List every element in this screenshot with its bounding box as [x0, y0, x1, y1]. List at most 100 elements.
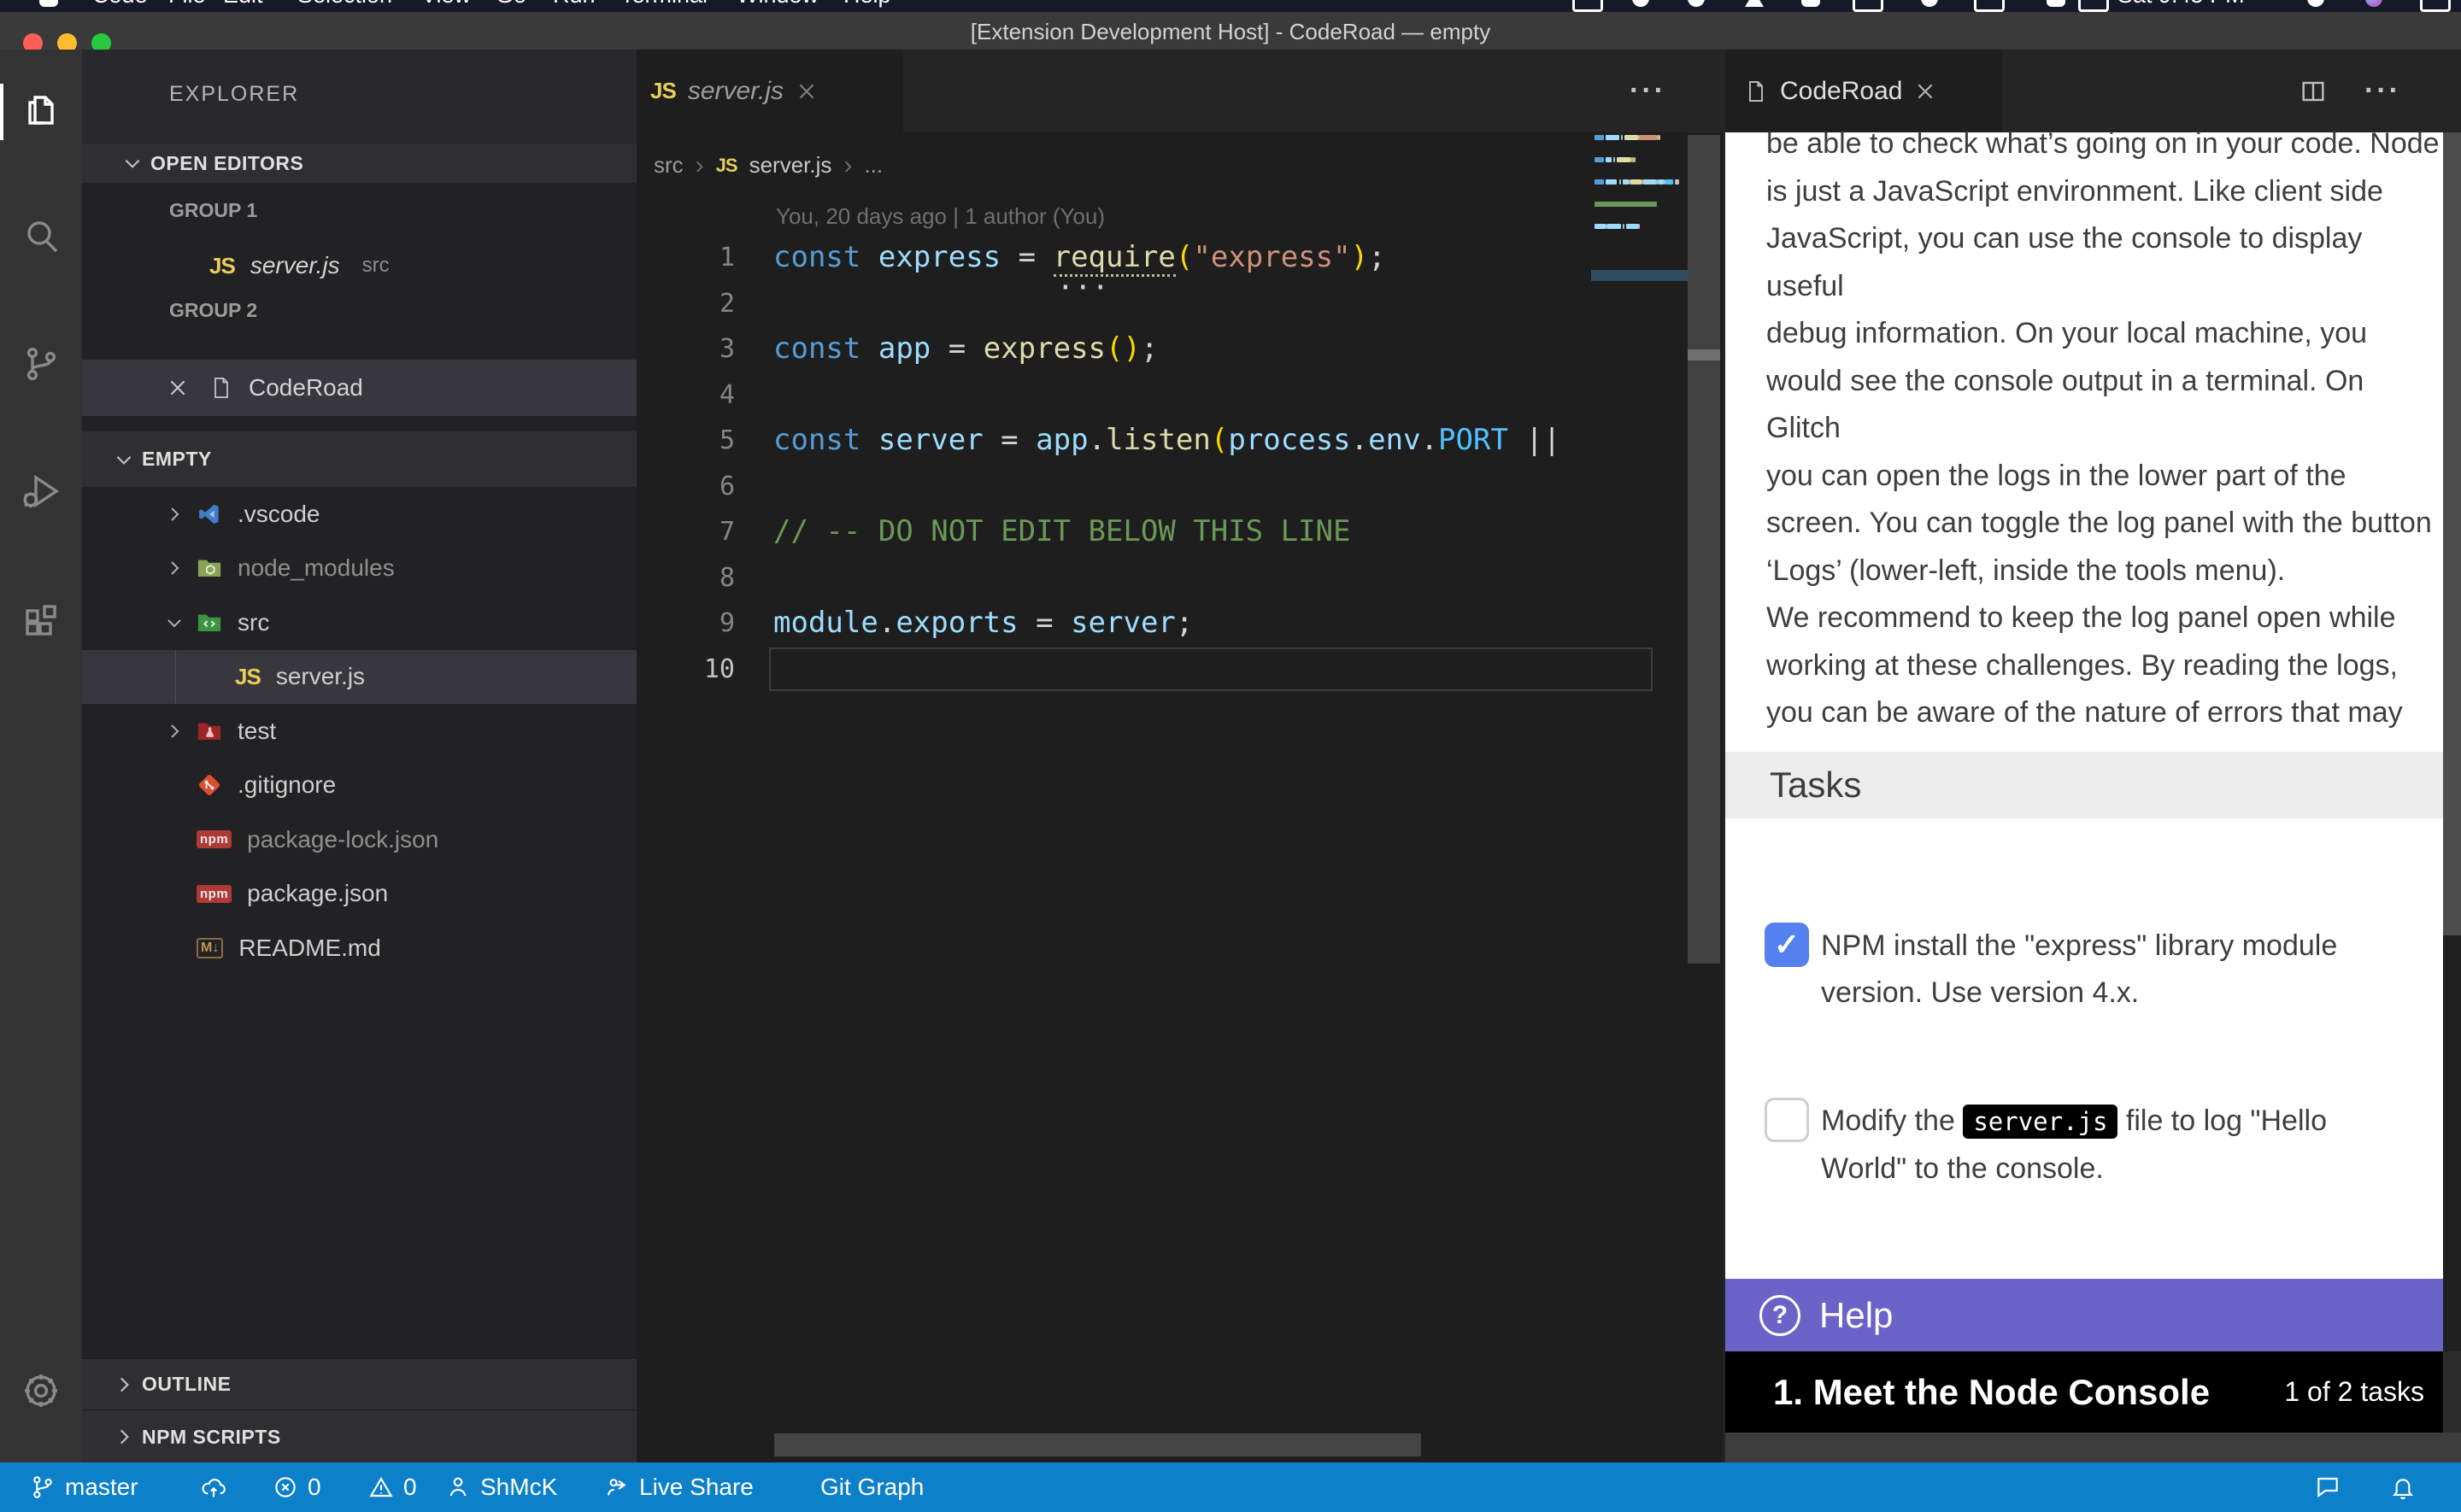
more-actions-icon[interactable]: ··· — [1630, 74, 1666, 108]
spotlight-icon[interactable] — [2307, 0, 2324, 7]
split-editor-icon[interactable] — [2299, 78, 2327, 105]
window-titlebar[interactable]: [Extension Development Host] - CodeRoad … — [0, 12, 2461, 50]
menubar-status-icon[interactable] — [1632, 0, 1649, 7]
menu-item-help[interactable]: Help — [843, 0, 891, 12]
menubar-status-icon[interactable] — [1921, 0, 1938, 7]
tree-item--vscode[interactable]: .vscode — [82, 487, 637, 542]
task-checkbox-unchecked[interactable] — [1765, 1098, 1809, 1142]
menubar-status-icon[interactable] — [1974, 0, 2005, 12]
breadcrumb-file[interactable]: server.js — [749, 152, 832, 179]
settings-gear-icon[interactable] — [21, 1370, 62, 1411]
line-number: 7 — [637, 517, 764, 547]
code-line-8[interactable]: 8 — [637, 555, 1688, 601]
menu-item-file[interactable]: File — [168, 0, 206, 12]
search-icon[interactable] — [21, 215, 62, 256]
statusbar-feedback[interactable] — [2314, 1462, 2341, 1512]
code-line-1[interactable]: 1const express = require("express"); — [637, 235, 1688, 281]
breadcrumb[interactable]: src › JS server.js › ... — [654, 132, 883, 198]
breadcrumb-folder[interactable]: src — [654, 152, 684, 179]
outline-section-header[interactable]: OUTLINE — [82, 1358, 637, 1409]
editor-horizontal-scrollbar[interactable] — [774, 1433, 1421, 1456]
code-line-9[interactable]: 9module.exports = server; — [637, 601, 1688, 647]
menu-item-go[interactable]: Go — [496, 0, 526, 12]
open-editor-row-server.js[interactable]: JSserver.jssrc — [82, 237, 637, 294]
line-number: 8 — [637, 563, 764, 593]
menu-item-code[interactable]: Code — [92, 0, 148, 12]
menubar-status-icon[interactable] — [1572, 0, 1603, 12]
tree-item-src[interactable]: src — [82, 595, 637, 650]
editor-vertical-scrollbar[interactable] — [1688, 135, 1720, 964]
menu-item-terminal[interactable]: Terminal — [620, 0, 708, 12]
tree-item-server-js[interactable]: JSserver.js — [82, 650, 637, 705]
open-editor-row-coderoad[interactable]: CodeRoad — [82, 360, 637, 416]
apple-menu-icon[interactable] — [39, 0, 58, 7]
folder-section-header[interactable]: EMPTY — [82, 431, 637, 487]
tree-item-test[interactable]: test — [82, 704, 637, 759]
menubar-clock[interactable]: Sat 9:45 PM — [2117, 0, 2245, 12]
statusbar-person[interactable]: ShMcK — [444, 1462, 557, 1512]
code-line-5[interactable]: 5const server = app.listen(process.env.P… — [637, 418, 1688, 464]
statusbar-git-branch[interactable]: master — [29, 1462, 138, 1512]
bell-icon — [2389, 1474, 2417, 1501]
statusbar-cloud-upload[interactable] — [200, 1462, 227, 1512]
menu-item-run[interactable]: Run — [553, 0, 596, 12]
menubar-status-icon[interactable] — [1853, 0, 1883, 12]
statusbar-warning[interactable]: 0 — [367, 1462, 417, 1512]
code-line-6[interactable]: 6 — [637, 464, 1688, 510]
menubar-status-icon[interactable] — [1688, 0, 1705, 7]
extensions-icon[interactable] — [21, 602, 62, 643]
open-editors-header[interactable]: OPEN EDITORS — [82, 144, 637, 183]
menubar-status-icon[interactable] — [2078, 0, 2109, 12]
breadcrumb-symbol[interactable]: ... — [864, 152, 883, 179]
lesson-text-line: working at these challenges. By reading … — [1766, 642, 2443, 690]
more-actions-icon[interactable]: ··· — [2364, 74, 2401, 108]
menubar-status-icon[interactable] — [1801, 0, 1820, 7]
close-tab-icon[interactable] — [796, 80, 818, 103]
help-section[interactable]: ? Help — [1725, 1279, 2443, 1351]
code-line-3[interactable]: 3const app = express(); — [637, 326, 1688, 372]
lesson-text-line: be able to check what’s going on in your… — [1766, 120, 2443, 168]
source-control-icon[interactable] — [21, 343, 62, 384]
statusbar-live-share[interactable]: Live Share — [603, 1462, 754, 1512]
close-editor-icon[interactable] — [167, 377, 209, 399]
npm-icon: npm — [197, 830, 232, 848]
code-line-2[interactable]: 2 — [637, 281, 1688, 327]
code-line-7[interactable]: 7// -- DO NOT EDIT BELOW THIS LINE — [637, 509, 1688, 555]
code-editor[interactable]: 1const express = require("express");23co… — [637, 235, 1688, 692]
webview-scrollbar-track — [2443, 935, 2461, 1351]
git-branch-icon — [29, 1474, 56, 1501]
active-view-indicator — [0, 84, 3, 140]
lesson-footer[interactable]: 1. Meet the Node Console 1 of 2 tasks — [1725, 1351, 2443, 1433]
statusbar-git-graph[interactable]: Git Graph — [820, 1462, 924, 1512]
tree-item--gitignore[interactable]: .gitignore — [82, 759, 637, 813]
statusbar-notifications[interactable] — [2389, 1462, 2417, 1512]
npm-scripts-section-header[interactable]: NPM SCRIPTS — [82, 1409, 637, 1462]
minimap[interactable] — [1591, 135, 1688, 289]
explorer-icon[interactable] — [21, 90, 62, 131]
editor-actions[interactable]: ··· — [1630, 50, 1666, 132]
control-center-icon[interactable] — [2420, 0, 2451, 12]
tree-item-package-json[interactable]: npmpackage.json — [82, 867, 637, 922]
file-icon — [209, 376, 233, 400]
statusbar-error[interactable]: 0 — [272, 1462, 321, 1512]
close-tab-icon[interactable] — [1914, 80, 1936, 103]
minimap-slider — [1591, 270, 1688, 281]
chevron-down-icon — [113, 448, 135, 471]
tab-server-js[interactable]: JS server.js — [637, 50, 903, 132]
code-line-10[interactable]: 10 — [637, 647, 1688, 693]
task-checkbox-checked[interactable]: ✓ — [1765, 923, 1809, 967]
siri-icon[interactable] — [2365, 0, 2382, 7]
menu-item-window[interactable]: Window — [737, 0, 819, 12]
webview-scrollbar[interactable] — [2443, 132, 2461, 935]
tree-item-node-modules[interactable]: node_modules — [82, 542, 637, 596]
tree-item-readme-md[interactable]: M↓README.md — [82, 921, 637, 976]
menu-item-selection[interactable]: Selection — [297, 0, 392, 12]
menubar-status-icon[interactable] — [2047, 0, 2065, 7]
run-and-debug-icon[interactable] — [21, 471, 62, 512]
menu-item-view[interactable]: View — [421, 0, 471, 12]
menubar-status-icon[interactable] — [1745, 0, 1764, 7]
tree-item-package-lock-json[interactable]: npmpackage-lock.json — [82, 812, 637, 867]
code-line-4[interactable]: 4 — [637, 372, 1688, 419]
menu-item-edit[interactable]: Edit — [223, 0, 263, 12]
sidebar-title: EXPLORER — [169, 82, 299, 107]
